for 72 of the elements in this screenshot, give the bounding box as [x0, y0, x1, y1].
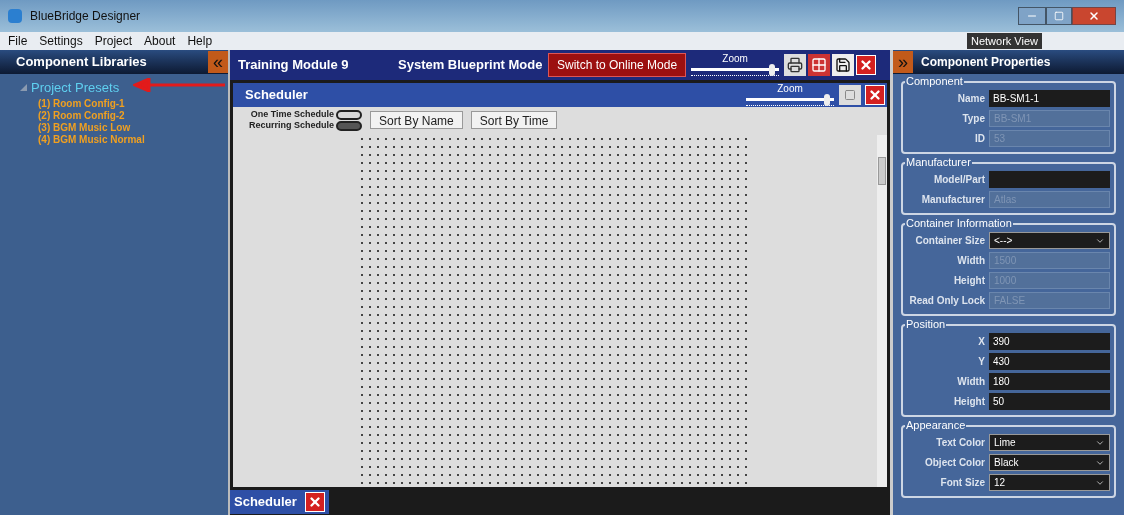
text-field[interactable]: [989, 171, 1110, 188]
dropdown[interactable]: <-->: [989, 232, 1110, 249]
document-tab[interactable]: Scheduler: [230, 490, 329, 514]
dropdown[interactable]: Lime: [989, 434, 1110, 451]
collapse-button[interactable]: «: [208, 51, 228, 73]
network-view-button[interactable]: Network View: [966, 32, 1042, 50]
group-title: Component: [905, 75, 964, 88]
dropdown[interactable]: 12: [989, 474, 1110, 491]
close-icon: [859, 58, 874, 72]
field-label: Type: [961, 112, 986, 126]
legend-label: One Time Schedule: [250, 109, 335, 120]
switch-mode-button[interactable]: Switch to Online Mode: [548, 53, 687, 77]
minimize-button[interactable]: [1018, 7, 1046, 25]
close-icon: [307, 495, 322, 509]
field-label: Width: [956, 254, 986, 268]
field-label: Model/Part: [932, 173, 986, 187]
text-field[interactable]: 430: [989, 353, 1110, 370]
save-glyph: [835, 57, 852, 73]
sort-button[interactable]: Sort By Time: [470, 111, 558, 129]
grid-icon[interactable]: [808, 54, 831, 76]
field-label: Height: [952, 395, 986, 409]
scheduler-title: Scheduler: [245, 86, 309, 105]
menu-item[interactable]: Settings: [39, 32, 83, 50]
field-label: Width: [956, 375, 986, 389]
menu-item[interactable]: About: [144, 32, 176, 50]
maximize-icon: [1054, 11, 1064, 21]
field-label: X: [977, 335, 986, 349]
field-label: Container Size: [914, 234, 986, 248]
zoom-label: Zoom: [777, 84, 803, 94]
mode-label: System Blueprint Mode: [398, 56, 544, 75]
zoom-slider[interactable]: [746, 94, 834, 106]
text-field[interactable]: 50: [989, 393, 1110, 410]
grid-glyph: [811, 57, 828, 73]
save-icon[interactable]: [832, 54, 855, 76]
close-icon: [1088, 10, 1100, 22]
text-field[interactable]: 180: [989, 373, 1110, 390]
menu-item[interactable]: Project: [94, 32, 133, 50]
field-label: Height: [952, 274, 986, 288]
workspace-title: Training Module 9: [238, 56, 350, 75]
sort-button[interactable]: Sort By Name: [370, 111, 463, 129]
field-label: Name: [956, 92, 986, 106]
group-title: Manufacturer: [905, 156, 972, 169]
app-icon: [8, 9, 22, 23]
field-label: Y: [977, 355, 986, 369]
group-title: Appearance: [905, 419, 967, 432]
group-title: Position: [905, 318, 947, 331]
field-label: ID: [974, 132, 986, 146]
field-label: Font Size: [939, 476, 986, 490]
menu-item[interactable]: Help: [187, 32, 213, 50]
panel-title: Component Libraries: [16, 53, 148, 72]
window-title: BlueBridge Designer: [30, 8, 142, 25]
field-label: Text Color: [935, 436, 986, 450]
field-label: Object Color: [924, 456, 986, 470]
scrollbar[interactable]: [877, 135, 887, 487]
printer-glyph: [787, 57, 804, 73]
close-icon: [868, 88, 882, 102]
text-field[interactable]: BB-SM1-1: [989, 90, 1110, 107]
zoom-slider[interactable]: [691, 64, 780, 76]
text-field[interactable]: 390: [989, 333, 1110, 350]
maximize-button[interactable]: [1046, 7, 1072, 25]
printer-icon[interactable]: [784, 54, 807, 76]
group-title: Container Information: [905, 217, 1013, 230]
field-label: Read Only Lock: [908, 294, 986, 308]
panel-title: Component Properties: [921, 54, 1051, 71]
tree-item[interactable]: Project Presets: [31, 78, 120, 98]
menu-item[interactable]: File: [8, 32, 28, 50]
legend-label: Recurring Schedule: [249, 120, 335, 131]
zoom-label: Zoom: [722, 54, 748, 64]
arrow-icon: [133, 78, 225, 92]
expand-button[interactable]: »: [893, 51, 913, 73]
field-label: Manufacturer: [920, 193, 986, 207]
dropdown[interactable]: Black: [989, 454, 1110, 471]
